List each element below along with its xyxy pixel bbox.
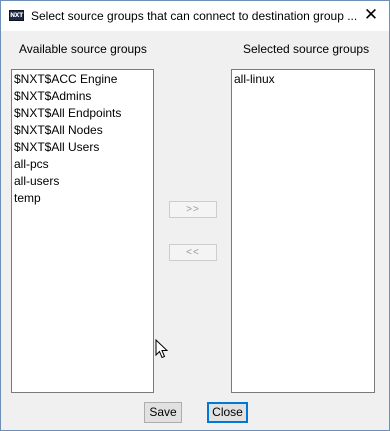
list-item[interactable]: all-pcs <box>12 156 153 173</box>
close-button[interactable]: Close <box>207 402 248 423</box>
dialog-content: Available source groups Selected source … <box>1 31 389 430</box>
selected-groups-list[interactable]: all-linux <box>231 69 375 393</box>
available-groups-list[interactable]: $NXT$ACC Engine $NXT$Admins $NXT$All End… <box>11 69 154 393</box>
close-icon[interactable]: ✕ <box>357 3 385 27</box>
list-item[interactable]: all-linux <box>232 71 374 88</box>
list-item[interactable]: $NXT$ACC Engine <box>12 71 153 88</box>
mouse-pointer-icon <box>155 339 169 359</box>
save-button[interactable]: Save <box>144 402 182 423</box>
list-item[interactable]: $NXT$All Nodes <box>12 122 153 139</box>
dialog-window: NXT Select source groups that can connec… <box>0 0 390 431</box>
available-groups-label: Available source groups <box>19 42 147 56</box>
window-title: Select source groups that can connect to… <box>31 9 358 23</box>
list-item[interactable]: $NXT$All Users <box>12 139 153 156</box>
list-item[interactable]: $NXT$All Endpoints <box>12 105 153 122</box>
remove-from-selected-button[interactable]: << <box>169 244 217 261</box>
selected-groups-label: Selected source groups <box>243 42 370 56</box>
list-item[interactable]: $NXT$Admins <box>12 88 153 105</box>
list-item[interactable]: temp <box>12 190 153 207</box>
app-icon: NXT <box>9 10 24 21</box>
list-item[interactable]: all-users <box>12 173 153 190</box>
add-to-selected-button[interactable]: >> <box>169 201 217 218</box>
title-bar[interactable]: NXT Select source groups that can connec… <box>1 1 389 31</box>
